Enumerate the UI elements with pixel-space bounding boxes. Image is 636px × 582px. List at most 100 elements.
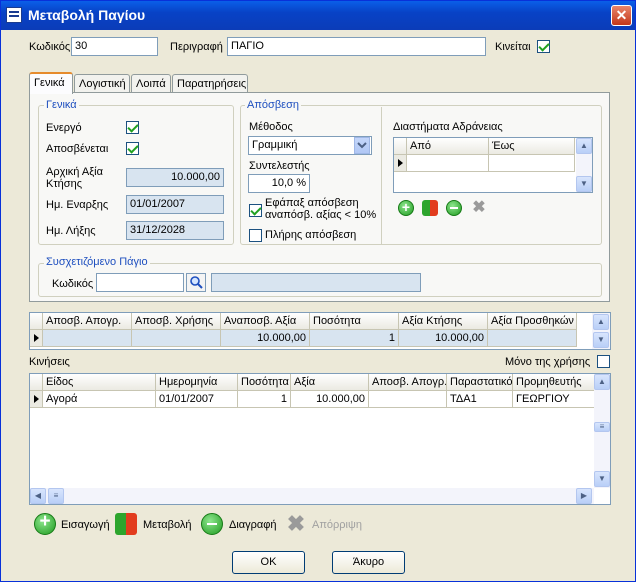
method-dropdown-button[interactable] — [354, 137, 370, 154]
end-date-input[interactable]: 31/12/2028 — [126, 221, 224, 240]
movements-col-type[interactable]: Είδος — [43, 374, 156, 391]
idle-cell-to[interactable] — [489, 155, 575, 172]
movements-col-date[interactable]: Ημερομηνία — [156, 374, 238, 391]
full-depreciation-checkbox[interactable] — [249, 229, 262, 242]
movements-col-quantity[interactable]: Ποσότητα — [238, 374, 291, 391]
scroll-up-button[interactable]: ▲ — [576, 138, 592, 154]
row-selector[interactable] — [30, 330, 43, 347]
only-year-checkbox[interactable] — [597, 355, 610, 368]
edit-label: Μεταβολή — [143, 519, 192, 531]
grid-corner — [30, 313, 43, 330]
idle-cell-from[interactable] — [407, 155, 489, 172]
remove-icon[interactable] — [446, 200, 462, 216]
idle-periods-title: Διαστήματα Αδράνειας — [393, 121, 503, 133]
idle-col-from[interactable]: Από — [407, 138, 489, 155]
movements-col-depreciation[interactable]: Αποσβ. Απογρ. — [369, 374, 447, 391]
summary-cell-6[interactable] — [488, 330, 577, 347]
once-depreciation-label-line1: Εφάπαξ απόσβεση — [265, 197, 359, 209]
depreciable-checkbox[interactable] — [126, 142, 139, 155]
scroll-left-button[interactable]: ◀ — [30, 488, 46, 504]
scroll-down-button[interactable]: ▼ — [576, 176, 592, 192]
summary-cell-5[interactable]: 10.000,00 — [399, 330, 488, 347]
coefficient-input[interactable]: 10,0 % — [248, 174, 310, 193]
row-selector[interactable] — [394, 155, 407, 172]
active-checkbox[interactable] — [126, 121, 139, 134]
summary-col-5[interactable]: Αξία Κτήσης — [399, 313, 488, 330]
once-depreciation-checkbox[interactable] — [249, 204, 262, 217]
code-input[interactable]: 30 — [71, 37, 158, 56]
table-cell[interactable] — [369, 391, 447, 408]
summary-cell-4[interactable]: 1 — [310, 330, 399, 347]
movements-hscrollbar[interactable]: ◀ ≡ ▶ — [30, 488, 594, 504]
table-cell[interactable]: Αγορά — [43, 391, 156, 408]
ok-button[interactable]: OK — [232, 551, 305, 574]
tab-notes[interactable]: Παρατηρήσεις — [172, 74, 248, 94]
once-depreciation-label-line2: αναπόσβ. αξίας < 10% — [265, 209, 377, 221]
dialog-window: Μεταβολή Παγίου ✕ Κωδικός 30 Περιγραφή Π… — [0, 0, 636, 582]
acquisition-value-label-line1: Αρχική Αξία — [46, 166, 103, 178]
movements-col-value[interactable]: Αξία — [291, 374, 369, 391]
table-cell[interactable]: ΤΔΑ1 — [447, 391, 513, 408]
app-icon — [6, 7, 22, 23]
acquisition-value-input[interactable]: 10.000,00 — [126, 168, 224, 187]
delete-label: Διαγραφή — [229, 519, 277, 531]
summary-col-2[interactable]: Αποσβ. Χρήσης — [132, 313, 221, 330]
edit-button[interactable]: Μεταβολή — [115, 513, 195, 537]
movements-vscrollbar[interactable]: ▲ ≡ ▼ — [594, 374, 610, 488]
related-code-input[interactable] — [96, 273, 184, 292]
summary-cell-2[interactable] — [132, 330, 221, 347]
delete-button[interactable]: Διαγραφή — [201, 513, 281, 537]
search-button[interactable] — [186, 273, 206, 292]
idle-col-to[interactable]: Έως — [489, 138, 575, 155]
end-date-label: Ημ. Λήξης — [46, 225, 96, 237]
movable-checkbox[interactable] — [537, 40, 550, 53]
title-bar[interactable]: Μεταβολή Παγίου ✕ — [1, 1, 635, 30]
remove-icon — [201, 513, 223, 535]
table-cell[interactable]: 1 — [238, 391, 291, 408]
vertical-divider — [381, 107, 382, 245]
table-cell[interactable]: ΓΕΩΡΓΙΟΥ — [513, 391, 595, 408]
movements-grid[interactable]: Είδος Ημερομηνία Ποσότητα Αξία Αποσβ. Απ… — [29, 373, 611, 505]
summary-col-4[interactable]: Ποσότητα — [310, 313, 399, 330]
idle-scrollbar[interactable]: ▲ ▼ — [576, 138, 592, 192]
summary-scrollbar[interactable]: ▲ ▼ — [592, 313, 610, 349]
scroll-up-button[interactable]: ▲ — [594, 374, 610, 390]
related-asset-title: Συσχετιζόμενο Πάγιο — [44, 256, 150, 268]
summary-col-6[interactable]: Αξία Προσθηκών — [488, 313, 577, 330]
scroll-thumb[interactable]: ≡ — [48, 488, 64, 504]
scroll-right-button[interactable]: ▶ — [576, 488, 592, 504]
general-group-title: Γενικά — [44, 99, 79, 111]
cancel-button[interactable]: Άκυρο — [332, 551, 405, 574]
depreciable-label: Αποσβένεται — [46, 143, 109, 155]
summary-cell-1[interactable] — [43, 330, 132, 347]
row-selector[interactable] — [30, 391, 43, 408]
idle-periods-grid[interactable]: Από Έως ▲ ▼ — [393, 137, 593, 193]
summary-col-1[interactable]: Αποσβ. Απογρ. — [43, 313, 132, 330]
reject-button: ✖ Απόρριψη — [285, 513, 365, 537]
summary-col-3[interactable]: Αναποσβ. Αξία — [221, 313, 310, 330]
method-value: Γραμμική — [252, 139, 298, 151]
table-cell[interactable]: 10.000,00 — [291, 391, 369, 408]
summary-grid[interactable]: Αποσβ. Απογρ. Αποσβ. Χρήσης Αναποσβ. Αξί… — [29, 312, 611, 350]
tab-other[interactable]: Λοιπά — [131, 74, 171, 94]
tab-panel-general: Γενικά Ενεργό Αποσβένεται Αρχική Αξία Κτ… — [29, 92, 610, 302]
scroll-down-button[interactable]: ▼ — [593, 332, 609, 348]
add-icon[interactable] — [398, 199, 414, 216]
insert-button[interactable]: Εισαγωγή — [34, 511, 110, 537]
edit-icon[interactable] — [422, 200, 438, 216]
tab-general[interactable]: Γενικά — [29, 72, 73, 94]
summary-cell-3[interactable]: 10.000,00 — [221, 330, 310, 347]
movements-col-document[interactable]: Παραστατικό — [447, 374, 513, 391]
acquisition-value-label-line2: Κτήσης — [46, 178, 83, 190]
window-title: Μεταβολή Παγίου — [28, 7, 146, 23]
movements-col-supplier[interactable]: Προμηθευτής — [513, 374, 595, 391]
grid-corner — [30, 374, 43, 391]
scroll-thumb[interactable]: ≡ — [594, 422, 610, 432]
start-date-input[interactable]: 01/01/2007 — [126, 195, 224, 214]
scroll-down-button[interactable]: ▼ — [594, 471, 610, 487]
description-input[interactable]: ΠΑΓΙΟ — [227, 37, 486, 56]
tab-accounting[interactable]: Λογιστική — [74, 74, 130, 94]
table-cell[interactable]: 01/01/2007 — [156, 391, 238, 408]
close-button[interactable]: ✕ — [611, 5, 632, 26]
scroll-up-button[interactable]: ▲ — [593, 314, 609, 330]
